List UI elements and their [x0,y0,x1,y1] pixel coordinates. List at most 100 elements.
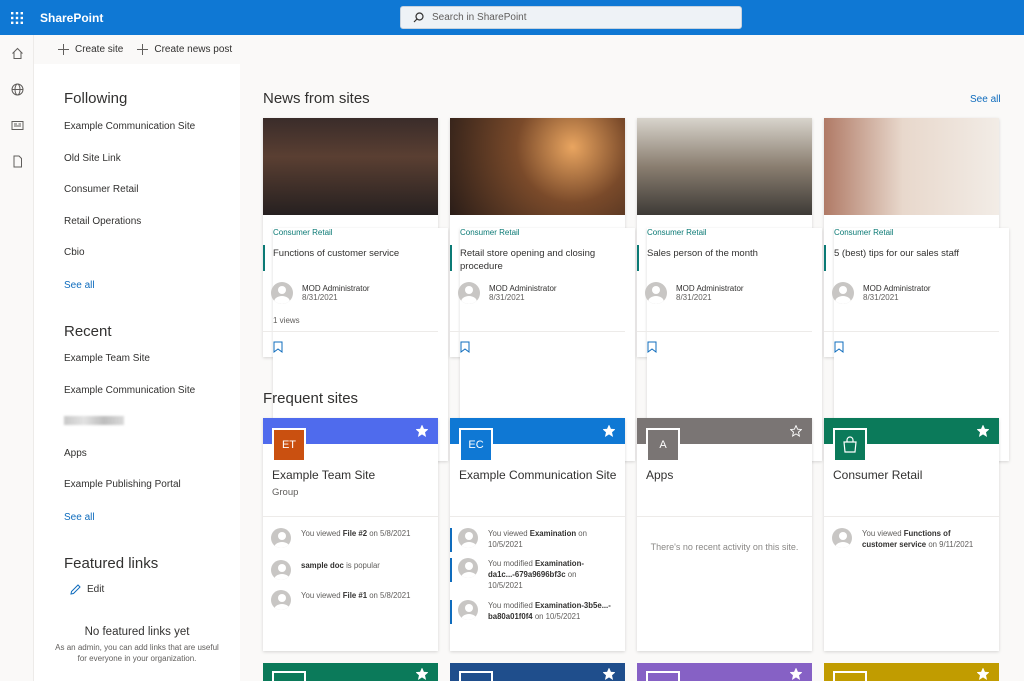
star-filled-icon[interactable] [415,424,429,437]
nav-item-following[interactable]: Consumer Retail [64,184,364,202]
featured-links-heading: Featured links [64,555,159,572]
divider [450,331,625,332]
star-filled-icon[interactable] [602,424,616,437]
activity-item-name[interactable]: Examination [530,529,576,538]
activity-item[interactable]: You viewed File #2 on 5/8/2021 [271,528,426,548]
star-filled-icon[interactable] [790,668,802,680]
news-author: MOD Administrator 8/31/2021 [645,282,744,304]
activity-item[interactable]: You viewed File #1 on 5/8/2021 [271,590,426,610]
site-name[interactable]: Consumer Retail [833,468,922,482]
nav-item-recent[interactable]: Example Publishing Portal [64,479,364,497]
app-title[interactable]: SharePoint [40,11,103,25]
site-logo [833,428,867,462]
nav-item-following[interactable]: Example Communication Site [64,121,364,139]
star-filled-icon[interactable] [416,668,428,680]
accent-bar [637,245,639,271]
news-title[interactable]: 5 (best) tips for our sales staff [834,247,994,260]
app-launcher-button[interactable] [0,0,34,35]
site-card[interactable]: EC Example Communication Site You viewed E… [450,418,625,651]
nav-item-label: Example Publishing Portal [64,479,181,491]
nav-item-recent[interactable] [64,416,364,433]
save-for-later-button[interactable] [273,340,283,358]
publish-date: 8/31/2021 [302,293,338,302]
avatar [271,282,293,304]
save-for-later-button[interactable] [834,340,844,358]
search-box[interactable]: Search in SharePoint [400,6,742,29]
activity-item-name[interactable]: File #1 [343,591,367,600]
site-name[interactable]: Example Team Site [272,468,375,482]
site-initials: ET [281,439,297,451]
news-thumbnail [450,118,625,215]
nav-item-recent[interactable]: Example Communication Site [64,384,364,403]
save-for-later-button[interactable] [647,340,657,358]
following-see-all-link[interactable]: See all [64,280,95,291]
star-filled-icon[interactable] [789,424,803,437]
nav-item-label: Consumer Retail [64,184,139,196]
star-filled-icon[interactable] [603,668,615,680]
activity-prefix: You modified [488,601,535,610]
follow-toggle[interactable] [602,424,616,442]
activity-item-name[interactable]: sample doc [301,561,344,570]
news-button[interactable] [0,107,34,143]
news-card[interactable]: Consumer Retail Sales person of the month… [637,118,822,461]
news-thumbnail [263,118,438,215]
nav-item-label: Example Communication Site [64,384,196,396]
activity-item[interactable]: sample doc is popular [271,560,426,580]
site-card-partial[interactable] [824,663,999,681]
sites-button[interactable] [0,71,34,107]
activity-item[interactable]: You modified Examination-da1c...-679a969… [450,558,613,591]
save-for-later-button[interactable] [460,340,470,358]
activity-item[interactable]: You viewed Functions of customer service… [832,528,987,550]
create-site-button[interactable]: Create site [58,44,123,55]
featured-edit-button[interactable]: Edit [70,584,104,595]
news-see-all-link[interactable]: See all [970,94,1001,105]
view-count: 1 views [273,316,300,325]
home-button[interactable] [0,35,34,71]
news-title[interactable]: Retail store opening and closing procedu… [460,247,620,273]
news-card[interactable]: Consumer Retail Retail store opening and … [450,118,635,461]
activity-suffix: is popular [343,561,380,570]
site-name[interactable]: Apps [646,468,673,482]
activity-item[interactable]: You modified Examination-3b5e...-ba80a01… [450,600,613,624]
document-icon [13,155,22,167]
activity-item-name[interactable]: File #2 [343,529,367,538]
follow-toggle[interactable] [976,424,990,442]
site-card-partial[interactable] [263,663,438,681]
site-logo [459,671,493,681]
nav-item-following[interactable]: Old Site Link [64,152,364,171]
nav-item-label: Retail Operations [64,215,142,227]
files-button[interactable] [0,143,34,179]
site-logo: A [646,428,680,462]
site-logo [646,671,680,681]
news-title[interactable]: Functions of customer service [273,247,433,260]
nav-item-recent[interactable]: Apps [64,448,364,466]
site-card[interactable]: A Apps There's no recent activity on this … [637,418,812,651]
site-type: Group [272,487,299,498]
news-card[interactable]: Consumer Retail 5 (best) tips for our sal… [824,118,1009,461]
site-card[interactable]: Consumer Retail You viewed Functions of c… [824,418,999,651]
news-title[interactable]: Sales person of the month [647,247,807,260]
nav-item-following[interactable]: Retail Operations [64,215,364,234]
follow-toggle[interactable] [415,424,429,442]
nav-item-following[interactable]: Cbio [64,247,364,265]
search-placeholder: Search in SharePoint [432,12,527,23]
site-logo: ET [272,428,306,462]
create-news-button[interactable]: Create news post [137,44,232,55]
site-card[interactable]: ET Example Team Site Group You viewed File … [263,418,438,651]
accent-bar [450,245,452,271]
activity-item[interactable]: You viewed Examination on 10/5/2021 [450,528,613,552]
news-card[interactable]: Consumer Retail Functions of customer ser… [263,118,448,461]
follow-toggle[interactable] [789,424,803,442]
star-filled-icon[interactable] [976,424,990,437]
accent-bar [263,245,265,271]
home-icon [11,47,23,59]
nav-item-label: Old Site Link [64,152,121,164]
site-card-partial[interactable] [637,663,812,681]
divider [824,516,999,517]
site-name[interactable]: Example Communication Site [459,468,616,482]
bookmark-icon [273,341,283,353]
star-filled-icon[interactable] [977,668,989,680]
nav-item-recent[interactable]: Example Team Site [64,353,364,371]
site-card-partial[interactable] [450,663,625,681]
recent-see-all-link[interactable]: See all [64,512,95,523]
